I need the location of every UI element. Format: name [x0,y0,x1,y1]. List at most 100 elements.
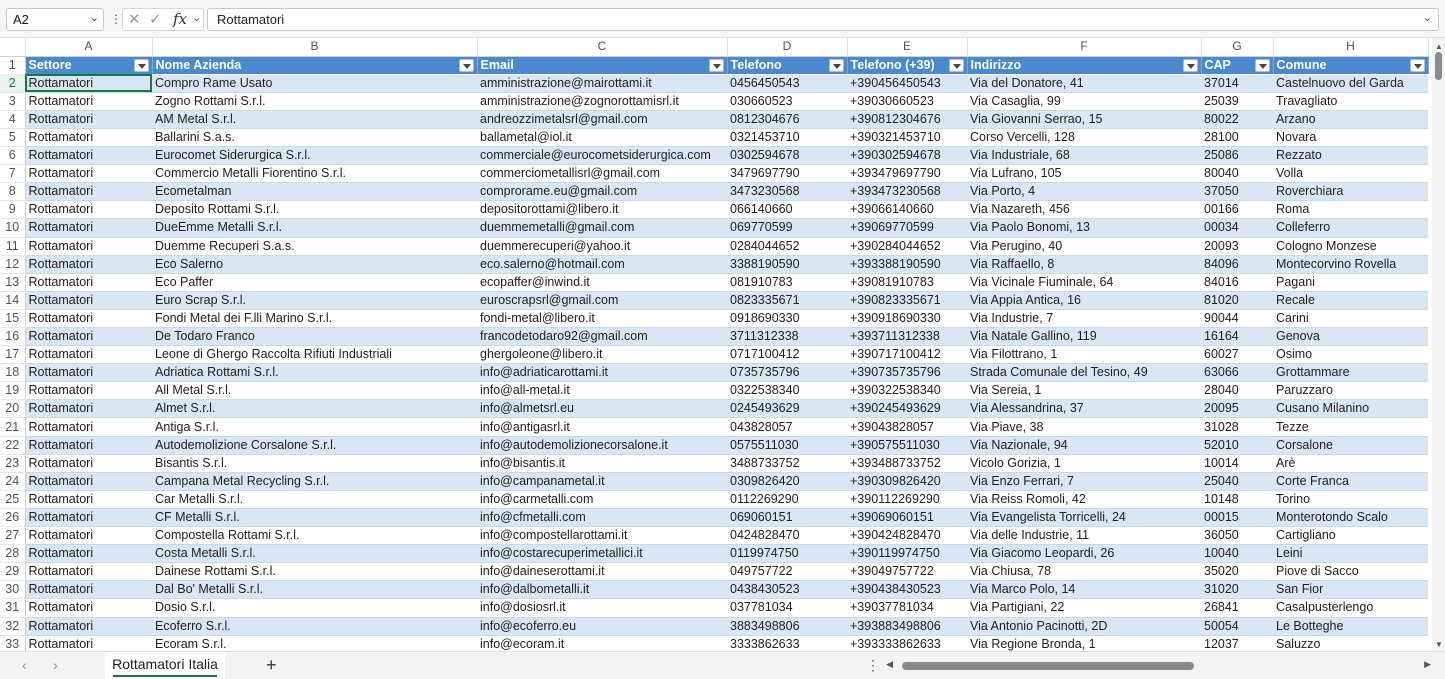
table-cell[interactable]: Novara [1273,128,1428,148]
sheet-grid[interactable]: ABCDEFGH 1 Settore Nome Azienda Email Telefo… [0,38,1432,651]
table-cell[interactable]: eco.salerno@hotmail.com [477,255,727,274]
row-number[interactable]: 15 [0,309,26,329]
table-cell[interactable]: 63066 [1201,363,1273,383]
table-cell[interactable]: info@campanametal.it [477,472,727,491]
horizontal-scrollbar[interactable]: ◀ ▶ [886,659,1431,672]
table-cell[interactable]: Tezze [1273,417,1428,437]
table-cell[interactable]: 28040 [1201,381,1273,401]
row-number[interactable]: 28 [0,544,26,564]
table-cell[interactable]: 3479697790 [727,164,847,184]
table-cell[interactable]: +390309826420 [847,472,967,491]
table-cell[interactable]: ecopaffer@inwind.it [477,273,727,292]
table-cell[interactable]: Corte Franca [1273,472,1428,491]
row-number[interactable]: 25 [0,490,26,509]
table-cell[interactable]: info@compostellarottami.it [477,526,727,546]
table-cell[interactable]: Rottamatori [25,291,152,310]
table-cell[interactable]: Rottamatori [25,218,152,238]
table-cell[interactable]: Commercio Metalli Fiorentino S.r.l. [152,164,477,184]
table-cell[interactable]: Via Piave, 38 [967,417,1201,437]
table-cell[interactable]: euroscrapsrl@gmail.com [477,291,727,310]
table-cell[interactable]: +39069770599 [847,218,967,238]
table-cell[interactable]: 52010 [1201,436,1273,455]
table-cell[interactable]: 20095 [1201,399,1273,419]
filter-dropdown-icon[interactable] [1254,58,1270,72]
table-cell[interactable]: Eco Paffer [152,273,477,292]
table-cell[interactable]: Deposito Rottami S.r.l. [152,200,477,220]
table-cell[interactable]: Leini [1273,544,1428,564]
table-cell[interactable]: 20093 [1201,237,1273,256]
table-cell[interactable]: 0112269290 [727,490,847,509]
table-cell[interactable]: 25040 [1201,472,1273,491]
name-box[interactable]: A2 ⌄ [6,8,104,31]
table-cell[interactable]: Rottamatori [25,526,152,546]
table-header-cell[interactable]: Settore [25,56,153,75]
table-cell[interactable]: Car Metalli S.r.l. [152,490,477,509]
table-cell[interactable]: 043828057 [727,417,847,437]
table-cell[interactable]: Strada Comunale del Tesino, 49 [967,363,1201,383]
table-cell[interactable]: Via Filottrano, 1 [967,345,1201,365]
table-cell[interactable]: commerciometallisrl@gmail.com [477,164,727,184]
table-cell[interactable]: info@daineserottami.it [477,562,727,582]
table-cell[interactable]: Zogno Rottami S.r.l. [152,92,477,111]
table-cell[interactable]: Via Marco Polo, 14 [967,580,1201,600]
close-icon[interactable]: ✕ [128,10,141,28]
table-cell[interactable]: Via Antonio Pacinotti, 2D [967,617,1201,636]
check-icon[interactable]: ✓ [149,10,162,28]
horizontal-scroll-thumb[interactable] [902,662,1194,670]
row-number[interactable]: 2 [0,74,26,93]
row-number[interactable]: 33 [0,635,26,651]
fx-icon[interactable]: fx [173,10,187,28]
table-cell[interactable]: +390438430523 [847,580,967,600]
table-cell[interactable]: Almet S.r.l. [152,399,477,419]
table-cell[interactable]: +39037781034 [847,598,967,618]
expand-formula-icon[interactable]: ⌄ [1423,11,1432,24]
row-number[interactable]: 13 [0,273,26,292]
table-cell[interactable]: Torino [1273,490,1428,509]
table-cell[interactable]: +390302594678 [847,146,967,166]
table-cell[interactable]: Campana Metal Recycling S.r.l. [152,472,477,491]
table-cell[interactable]: +390717100412 [847,345,967,365]
table-cell[interactable]: Recale [1273,291,1428,310]
table-cell[interactable]: Via Industrie, 7 [967,309,1201,329]
table-cell[interactable]: Compostella Rottami S.r.l. [152,526,477,546]
table-cell[interactable]: 31028 [1201,417,1273,437]
table-cell[interactable]: 3473230568 [727,182,847,202]
table-cell[interactable]: Rottamatori [25,309,152,329]
table-cell[interactable]: info@antigasrl.it [477,417,727,437]
row-number[interactable]: 23 [0,454,26,473]
table-cell[interactable]: Vicolo Gorizia, 1 [967,454,1201,473]
table-cell[interactable]: 35020 [1201,562,1273,582]
table-cell[interactable]: 0823335671 [727,291,847,310]
table-cell[interactable]: info@dosiosrl.it [477,598,727,618]
table-cell[interactable]: Pagani [1273,273,1428,292]
table-cell[interactable]: Rottamatori [25,417,152,437]
table-cell[interactable]: Rottamatori [25,237,152,256]
table-cell[interactable]: duemmerecuperi@yahoo.it [477,237,727,256]
table-cell[interactable]: Via delle Industrie, 11 [967,526,1201,546]
table-cell[interactable]: Rottamatori [25,200,152,220]
more-options-icon[interactable]: ⋮ [110,12,122,26]
table-cell[interactable]: Rottamatori [25,436,152,455]
table-cell[interactable]: Rottamatori [25,182,152,202]
table-cell[interactable]: Dainese Rottami S.r.l. [152,562,477,582]
table-cell[interactable]: Compro Rame Usato [152,74,477,93]
chevron-down-icon[interactable]: ⌄ [192,11,201,24]
table-cell[interactable]: 066140660 [727,200,847,220]
table-cell[interactable]: +390823335671 [847,291,967,310]
table-cell[interactable]: Via Giovanni Serrao, 15 [967,110,1201,129]
table-cell[interactable]: depositorottami@libero.it [477,200,727,220]
table-cell[interactable]: +39081910783 [847,273,967,292]
table-cell[interactable]: Le Botteghe [1273,617,1428,636]
filter-dropdown-icon[interactable] [828,58,844,72]
table-cell[interactable]: Rottamatori [25,255,152,274]
table-cell[interactable]: Montecorvino Rovella [1273,255,1428,274]
table-cell[interactable]: Duemme Recuperi S.a.s. [152,237,477,256]
table-cell[interactable]: Carini [1273,309,1428,329]
vertical-scroll-thumb[interactable] [1435,52,1442,80]
table-cell[interactable]: 0322538340 [727,381,847,401]
column-header-d[interactable]: D [727,38,848,57]
table-cell[interactable]: Via Paolo Bonomi, 13 [967,218,1201,238]
table-cell[interactable]: 0717100412 [727,345,847,365]
table-cell[interactable]: AM Metal S.r.l. [152,110,477,129]
row-number[interactable]: 5 [0,128,26,148]
